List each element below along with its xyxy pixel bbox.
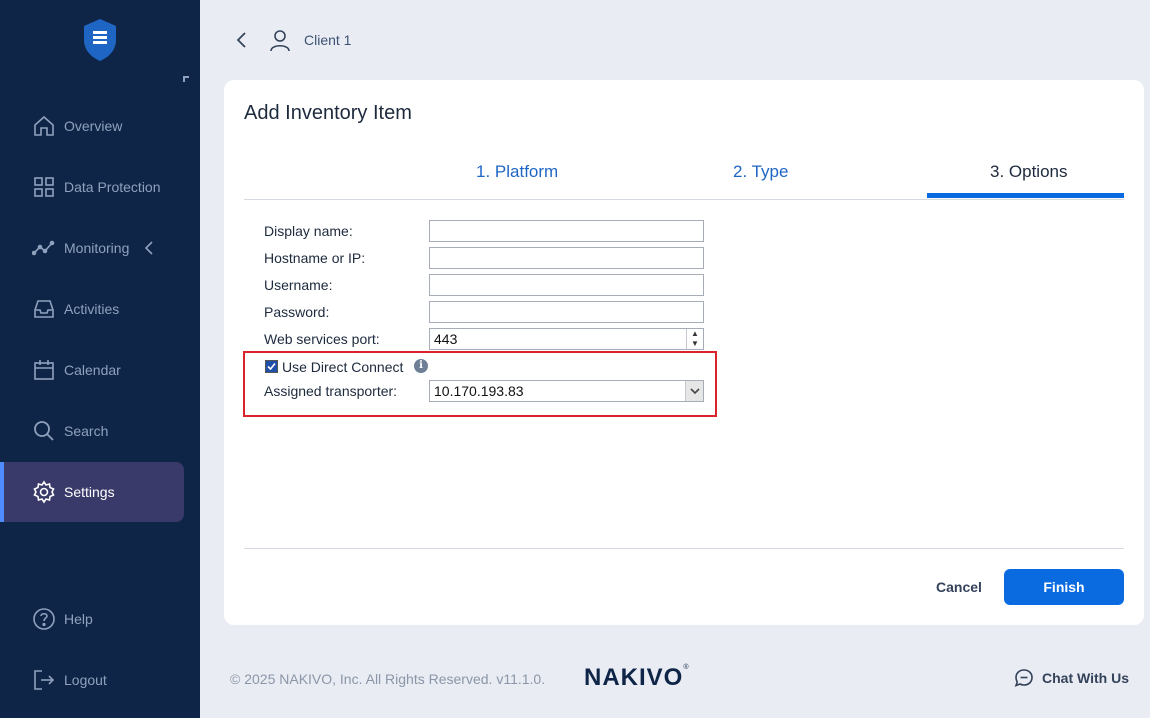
sidebar-item-settings[interactable]: Settings bbox=[0, 462, 184, 522]
sidebar-item-label: Overview bbox=[64, 118, 123, 134]
sidebar-item-overview[interactable]: Overview bbox=[0, 96, 184, 156]
sidebar-item-monitoring[interactable]: Monitoring bbox=[0, 218, 184, 278]
sidebar-item-label: Activities bbox=[64, 301, 120, 317]
hostname-input[interactable] bbox=[429, 247, 704, 269]
add-inventory-dialog: Add Inventory Item 1. Platform 2. Type 3… bbox=[224, 80, 1144, 625]
port-label: Web services port: bbox=[264, 331, 380, 347]
footer-divider bbox=[244, 548, 1124, 549]
stepper-down-icon[interactable]: ▼ bbox=[686, 339, 703, 349]
chat-label: Chat With Us bbox=[1042, 670, 1129, 686]
tab-options[interactable]: 3. Options bbox=[990, 162, 1068, 182]
sidebar-item-label: Data Protection bbox=[64, 179, 161, 195]
home-icon bbox=[34, 115, 54, 136]
help-icon bbox=[33, 608, 55, 630]
sidebar-item-search[interactable]: Search bbox=[0, 401, 184, 461]
direct-connect-label[interactable]: Use Direct Connect bbox=[282, 359, 403, 375]
breadcrumb[interactable]: Client 1 bbox=[304, 32, 351, 48]
logout-icon bbox=[34, 670, 55, 690]
cancel-button[interactable]: Cancel bbox=[926, 570, 992, 604]
password-label: Password: bbox=[264, 304, 330, 320]
port-stepper[interactable]: ▲ ▼ bbox=[686, 329, 703, 349]
shield-logo-icon[interactable] bbox=[82, 18, 118, 62]
transporter-select[interactable]: 10.170.193.83 bbox=[429, 380, 704, 402]
sidebar-item-label: Monitoring bbox=[64, 240, 130, 256]
sidebar-item-activities[interactable]: Activities bbox=[0, 279, 184, 339]
info-icon[interactable]: i bbox=[414, 359, 428, 373]
inbox-icon bbox=[34, 300, 54, 318]
port-input[interactable] bbox=[429, 328, 704, 350]
calendar-icon bbox=[34, 360, 54, 380]
tabs-divider bbox=[244, 199, 1124, 200]
dialog-title: Add Inventory Item bbox=[244, 102, 412, 124]
sidebar-item-help[interactable]: Help bbox=[0, 589, 184, 649]
sidebar-item-label: Search bbox=[64, 423, 109, 439]
collapse-sidebar-icon[interactable] bbox=[183, 76, 189, 82]
display-name-label: Display name: bbox=[264, 223, 353, 239]
back-arrow-icon[interactable] bbox=[232, 30, 252, 50]
chat-icon bbox=[1014, 669, 1033, 687]
stepper-up-icon[interactable]: ▲ bbox=[686, 329, 703, 339]
password-input[interactable] bbox=[429, 301, 704, 323]
hostname-label: Hostname or IP: bbox=[264, 250, 366, 266]
direct-connect-checkbox[interactable] bbox=[265, 360, 278, 373]
username-label: Username: bbox=[264, 277, 333, 293]
sidebar-item-label: Calendar bbox=[64, 362, 121, 378]
chart-line-icon bbox=[32, 240, 55, 256]
search-icon bbox=[34, 421, 54, 441]
sidebar-item-label: Logout bbox=[64, 672, 107, 688]
sidebar: Overview Data Protection Monitoring Acti… bbox=[0, 0, 200, 718]
tab-type[interactable]: 2. Type bbox=[733, 162, 788, 182]
tab-platform[interactable]: 1. Platform bbox=[476, 162, 558, 182]
sidebar-item-logout[interactable]: Logout bbox=[0, 650, 184, 710]
chat-with-us-button[interactable]: Chat With Us bbox=[1014, 668, 1129, 688]
sidebar-item-label: Help bbox=[64, 611, 93, 627]
display-name-input[interactable] bbox=[429, 220, 704, 242]
sidebar-item-data-protection[interactable]: Data Protection bbox=[0, 157, 184, 217]
brand-registered-mark: ® bbox=[683, 664, 690, 671]
brand-name: NAKIVO bbox=[584, 664, 684, 691]
transporter-label: Assigned transporter: bbox=[264, 383, 398, 399]
brand-logo: NAKIVO® bbox=[584, 664, 690, 692]
active-tab-indicator bbox=[927, 193, 1124, 198]
grid-icon bbox=[34, 177, 54, 197]
chevron-down-icon[interactable] bbox=[685, 381, 703, 401]
transporter-value: 10.170.193.83 bbox=[434, 383, 524, 399]
gear-icon bbox=[33, 480, 55, 504]
sidebar-item-calendar[interactable]: Calendar bbox=[0, 340, 184, 400]
sidebar-item-label: Settings bbox=[64, 484, 115, 500]
username-input[interactable] bbox=[429, 274, 704, 296]
chevron-left-icon[interactable] bbox=[142, 240, 158, 256]
finish-button[interactable]: Finish bbox=[1004, 569, 1124, 605]
checkmark-icon bbox=[266, 361, 277, 372]
user-icon bbox=[270, 30, 290, 52]
copyright-text: © 2025 NAKIVO, Inc. All Rights Reserved.… bbox=[230, 671, 546, 687]
